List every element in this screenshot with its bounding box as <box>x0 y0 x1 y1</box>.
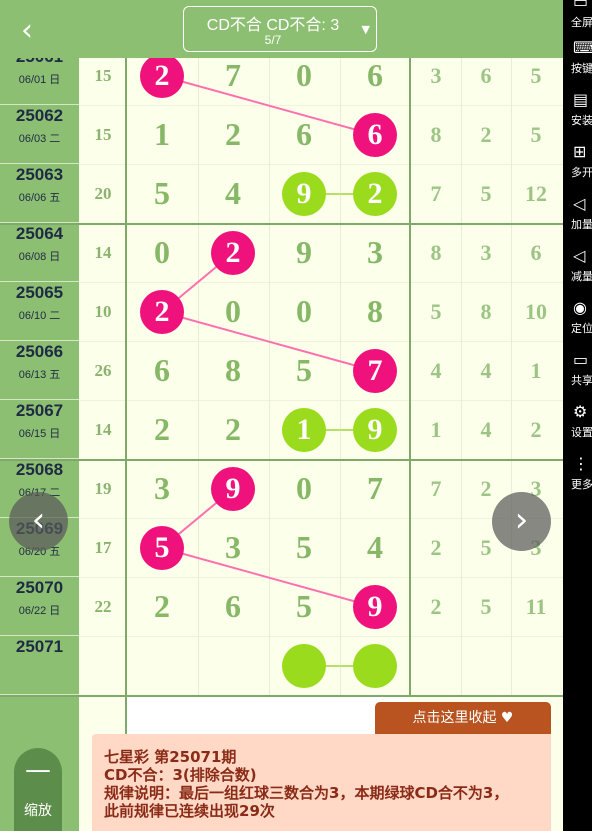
toolbar-label: 减量 <box>571 270 592 283</box>
filter-page: 5/7 <box>264 33 282 47</box>
apk-icon: ▤ <box>573 90 589 109</box>
toolbar-label: 多开 <box>571 166 592 179</box>
multi-open-icon: ⊞ <box>573 142 587 161</box>
top-bar: ‹ CD不合 CD不合: 3 5/7 ▼ <box>0 0 563 58</box>
toolbar-label: 共享 <box>571 374 592 387</box>
toolbar-item[interactable]: ⌨ 按键 <box>563 38 592 90</box>
connector-line <box>161 75 376 136</box>
emulator-toolbar: ▭ 全屏 ⌨ 按键 ▤ 安装 ⊞ 多开 ◁ 加量 ◁ 减量 ◉ 定位 ▭ 共享 ⚙ 设置 ⋮ 更多 <box>563 0 592 831</box>
toolbar-item[interactable]: ◁ 加量 <box>563 194 592 246</box>
green-ball: 1 <box>282 408 326 452</box>
back-arrow-icon[interactable]: ‹ <box>12 14 42 48</box>
toolbar-item[interactable]: ⊞ 多开 <box>563 142 592 194</box>
green-ball <box>282 644 326 688</box>
toolbar-item[interactable]: ▭ 共享 <box>563 350 592 402</box>
info-title: 七星彩 第25071期 <box>104 748 237 766</box>
connector-line <box>161 311 376 372</box>
prev-page-button[interactable]: ‹ <box>9 492 68 551</box>
info-desc: 规律说明：最后一组红球三数合为3，本期绿球CD合不为3， <box>104 784 509 802</box>
toolbar-item[interactable]: ⋮ 更多 <box>563 454 592 506</box>
toolbar-item[interactable]: ◁ 减量 <box>563 246 592 298</box>
red-ball: 2 <box>211 231 255 275</box>
location-icon: ◉ <box>573 298 587 317</box>
more-icon: ⋮ <box>573 454 589 473</box>
rule-info-panel: 七星彩 第25071期 CD不合：3(排除合数) 规律说明：最后一组红球三数合为… <box>92 734 551 831</box>
toolbar-label: 全屏 <box>571 16 592 29</box>
red-ball: 9 <box>211 467 255 511</box>
toolbar-label: 安装 <box>571 114 592 127</box>
red-ball: 2 <box>140 54 184 98</box>
green-ball: 9 <box>282 172 326 216</box>
red-ball: 5 <box>140 526 184 570</box>
zoom-button[interactable]: — 缩放 <box>14 748 62 831</box>
red-ball: 6 <box>353 113 397 157</box>
zoom-label: 缩放 <box>24 803 52 819</box>
volume-up-icon: ◁ <box>573 194 586 213</box>
keyboard-icon: ⌨ <box>573 38 592 57</box>
collapse-button[interactable]: 点击这里收起 ♥ <box>375 702 551 734</box>
filter-selector[interactable]: CD不合 CD不合: 3 5/7 ▼ <box>183 6 377 52</box>
folder-icon: ▭ <box>573 350 589 369</box>
toolbar-item[interactable]: ⚙ 设置 <box>563 402 592 454</box>
caret-down-icon: ▼ <box>361 23 370 36</box>
toolbar-label: 更多 <box>571 478 592 491</box>
toolbar-label: 设置 <box>571 426 592 439</box>
green-ball <box>353 644 397 688</box>
volume-down-icon: ◁ <box>573 246 586 265</box>
filter-title: CD不合 CD不合: 3 <box>206 17 340 34</box>
info-streak: 此前规律已连续出现29次 <box>104 802 275 820</box>
red-ball: 9 <box>353 585 397 629</box>
green-ball: 9 <box>353 408 397 452</box>
fullscreen-icon: ▭ <box>573 0 589 11</box>
gear-icon: ⚙ <box>573 402 588 421</box>
toolbar-item[interactable]: ▤ 安装 <box>563 90 592 142</box>
minus-icon: — <box>25 755 51 785</box>
green-ball: 2 <box>353 172 397 216</box>
next-page-button[interactable]: › <box>492 492 551 551</box>
toolbar-label: 加量 <box>571 218 592 231</box>
chart-app: 2506106/01 日2506206/03 二2506306/06 五2506… <box>0 0 563 831</box>
info-cd: CD不合：3(排除合数) <box>104 766 257 784</box>
toolbar-label: 按键 <box>571 62 592 75</box>
toolbar-item[interactable]: ◉ 定位 <box>563 298 592 350</box>
red-ball: 7 <box>353 349 397 393</box>
connector-line <box>161 547 376 608</box>
toolbar-label: 定位 <box>571 322 592 335</box>
red-ball: 2 <box>140 290 184 334</box>
